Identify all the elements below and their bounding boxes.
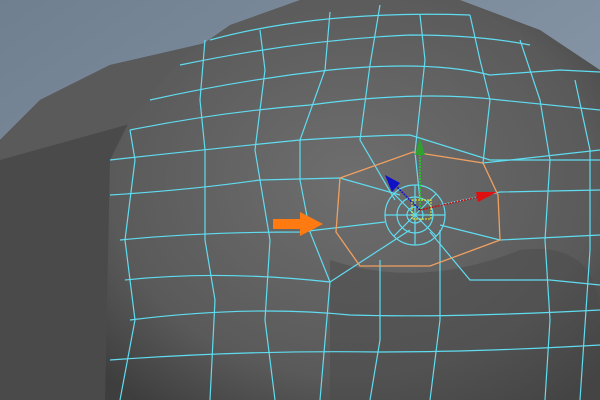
shadow-region [330, 248, 600, 400]
3d-viewport[interactable] [0, 0, 600, 400]
